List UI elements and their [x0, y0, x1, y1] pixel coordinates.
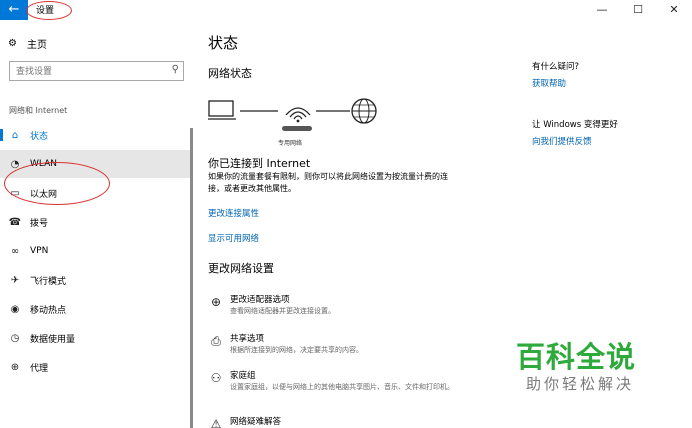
watermark-logo: 百科全说 — [516, 340, 637, 374]
network-status-heading: 网络状态 — [208, 67, 252, 80]
home-link[interactable]: ⚙ 主页 — [8, 36, 47, 51]
sidebar-item-status[interactable]: ⌂ 状态 — [0, 121, 192, 149]
sidebar-item-hotspot[interactable]: ◉ 移动热点 — [0, 295, 192, 323]
option-title: 更改适配器选项 — [230, 295, 290, 305]
feedback-link[interactable]: 向我们提供反馈 — [532, 135, 592, 147]
vpn-icon: ∞ — [10, 245, 20, 257]
get-help-link[interactable]: 获取帮助 — [532, 77, 566, 89]
close-button[interactable]: ✕ — [656, 0, 692, 20]
airplane-icon: ✈ — [10, 274, 20, 286]
sidebar-item-label: 飞行模式 — [30, 276, 67, 287]
change-connection-properties-link[interactable]: 更改连接属性 — [208, 207, 259, 219]
sidebar-item-label: 数据使用量 — [30, 334, 76, 345]
title-bar: ← 设置 — ☐ ✕ — [0, 0, 692, 20]
homegroup-icon: ⚇ — [210, 371, 222, 385]
data-usage-icon: ◷ — [10, 332, 20, 344]
search-box: ⚲ — [9, 61, 184, 81]
sidebar-item-label: 拨号 — [30, 218, 49, 229]
option-troubleshoot[interactable]: ⚠ 网络疑难解答 — [208, 415, 508, 428]
main-content: 状态 网络状态 专用网络 你已连接到 Internet 如果你的流量套餐有限制，… — [192, 20, 532, 428]
option-homegroup[interactable]: ⚇ 家庭组 设置家庭组，以便与网络上的其他电脑共享图片、音乐、文件和打印机。 — [208, 369, 508, 403]
home-status-icon: ⌂ — [11, 129, 19, 141]
troubleshoot-icon: ⚠ — [210, 417, 222, 428]
maximize-button[interactable]: ☐ — [620, 0, 656, 20]
adapter-icon: ⊕ — [210, 295, 222, 309]
network-diagram — [208, 98, 377, 131]
sidebar: ⚙ 主页 ⚲ 网络和 Internet ⌂ 状态 ◔ WLAN ▭ 以太网 ☎ … — [0, 20, 193, 428]
back-button[interactable]: ← — [0, 0, 28, 20]
search-input[interactable] — [16, 64, 166, 79]
hotspot-icon: ◉ — [10, 303, 20, 315]
globe-icon — [351, 98, 377, 124]
sidebar-item-airplane[interactable]: ✈ 飞行模式 — [0, 266, 192, 294]
improve-heading: 让 Windows 变得更好 — [532, 120, 618, 130]
sidebar-item-label: 代理 — [30, 363, 49, 374]
option-title: 网络疑难解答 — [230, 417, 282, 427]
dialup-icon: ☎ — [8, 216, 22, 228]
option-sharing[interactable]: ⎙ 共享选项 根据所连接到的网络，决定要共享的内容。 — [208, 332, 508, 366]
option-description: 根据所连接到的网络，决定要共享的内容。 — [230, 346, 363, 354]
sidebar-item-vpn[interactable]: ∞ VPN — [0, 237, 192, 265]
connected-description: 如果你的流量套餐有限制，则你可以将此网络设置为按流量计费的连接，或者更改其他属性… — [208, 172, 448, 193]
home-label: 主页 — [26, 40, 47, 51]
sidebar-item-label: 移动热点 — [30, 305, 67, 316]
watermark-slogan: 助你轻松解决 — [526, 375, 635, 393]
network-name-caption: 专用网络 — [278, 140, 303, 147]
option-title: 家庭组 — [230, 371, 256, 381]
wifi-signal-icon — [282, 107, 312, 131]
sidebar-item-proxy[interactable]: ⊕ 代理 — [0, 353, 192, 381]
section-title: 网络和 Internet — [9, 106, 68, 115]
gear-icon: ⚙ — [8, 38, 17, 49]
sidebar-item-dialup[interactable]: ☎ 拨号 — [0, 208, 192, 236]
option-adapter[interactable]: ⊕ 更改适配器选项 查看网络适配器并更改连接设置。 — [208, 293, 508, 327]
page-title: 状态 — [208, 34, 239, 52]
annotation-ellipse — [4, 162, 110, 205]
minimize-button[interactable]: — — [584, 0, 620, 20]
connected-heading: 你已连接到 Internet — [208, 157, 311, 170]
option-title: 共享选项 — [230, 334, 265, 344]
sidebar-item-label: VPN — [30, 246, 49, 256]
sharing-icon: ⎙ — [211, 334, 221, 348]
sidebar-item-data-usage[interactable]: ◷ 数据使用量 — [0, 324, 192, 352]
proxy-icon: ⊕ — [10, 361, 20, 373]
sidebar-item-label: 状态 — [30, 131, 49, 142]
annotation-ellipse — [26, 1, 72, 20]
question-heading: 有什么疑问? — [532, 62, 580, 72]
option-description: 查看网络适配器并更改连接设置。 — [230, 307, 335, 315]
laptop-icon — [208, 100, 236, 120]
option-description: 设置家庭组，以便与网络上的其他电脑共享图片、音乐、文件和打印机。 — [230, 383, 454, 391]
show-available-networks-link[interactable]: 显示可用网络 — [208, 232, 259, 244]
settings-window: ← 设置 — ☐ ✕ ⚙ 主页 ⚲ 网络和 Internet ⌂ 状态 ◔ WL… — [0, 0, 692, 428]
search-icon[interactable]: ⚲ — [172, 64, 179, 75]
change-network-settings-heading: 更改网络设置 — [208, 262, 274, 275]
